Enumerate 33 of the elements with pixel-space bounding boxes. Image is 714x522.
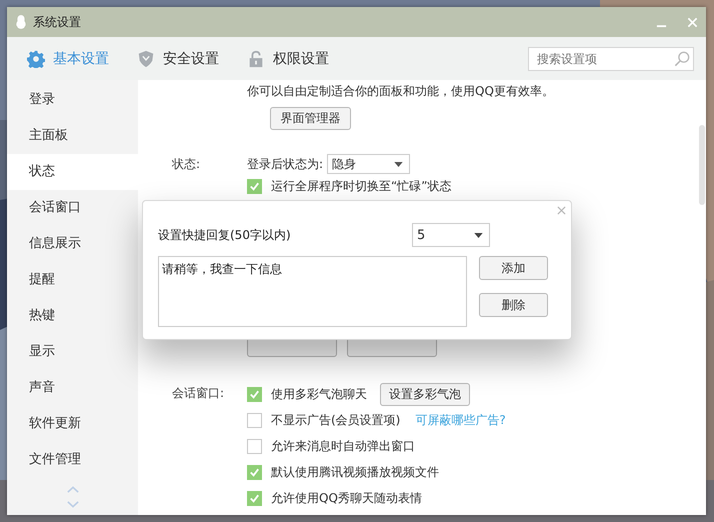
sidebar-item[interactable]: 会话窗口	[7, 190, 138, 226]
sidebar-item[interactable]: 显示	[7, 334, 138, 370]
section-label: 会话窗口:	[171, 385, 226, 402]
tab[interactable]: 安全设置	[137, 46, 219, 72]
reply-number-dropdown[interactable]: 5	[412, 223, 490, 247]
dialog-button[interactable]: 添加	[479, 256, 548, 280]
search-field[interactable]: 搜索设置项	[528, 46, 694, 70]
login-status-label: 登录后状态为:	[247, 156, 324, 172]
section-label: 状态:	[171, 156, 202, 172]
dialog-button[interactable]: 删除	[479, 293, 548, 317]
sidebar-item[interactable]: 文件管理	[7, 442, 138, 478]
sidebar-item[interactable]: 信息展示	[7, 226, 138, 262]
sidebar-item[interactable]: 状态	[7, 154, 138, 190]
checkbox-label: 使用多彩气泡聊天	[271, 386, 367, 402]
sidebar-item[interactable]: 登录	[7, 82, 138, 118]
status-dropdown[interactable]: 隐身	[327, 154, 410, 174]
window-title: 系统设置	[33, 14, 81, 30]
bubble-settings-button[interactable]: 设置多彩气泡	[380, 382, 470, 406]
checkbox-label: 不显示广告(会员设置项)	[271, 412, 400, 428]
checkbox-label: 运行全屏程序时切换至“忙碌”状态	[271, 178, 452, 194]
sidebar-item[interactable]: 提醒	[7, 262, 138, 298]
tab[interactable]: 权限设置	[247, 46, 329, 72]
checkbox-label: 默认使用腾讯视频播放视频文件	[271, 464, 439, 480]
checkbox-label: 允许来消息时自动弹出窗口	[271, 438, 415, 454]
interface-manager-button[interactable]: 界面管理器	[270, 107, 351, 130]
reply-text-field[interactable]: 请稍等，我查一下信息	[158, 256, 467, 327]
sidebar-item[interactable]: 软件更新	[7, 406, 138, 442]
sidebar-item[interactable]: 热键	[7, 298, 138, 334]
intro-text: 你可以自由定制适合你的面板和功能，使用QQ更有效率。	[247, 83, 555, 100]
dialog-label: 设置快捷回复(50字以内)	[158, 226, 292, 244]
sidebar-item[interactable]: 声音	[7, 370, 138, 406]
checkbox-label: 允许使用QQ秀聊天随动表情	[271, 490, 422, 506]
sidebar-item[interactable]: 主面板	[7, 118, 138, 154]
